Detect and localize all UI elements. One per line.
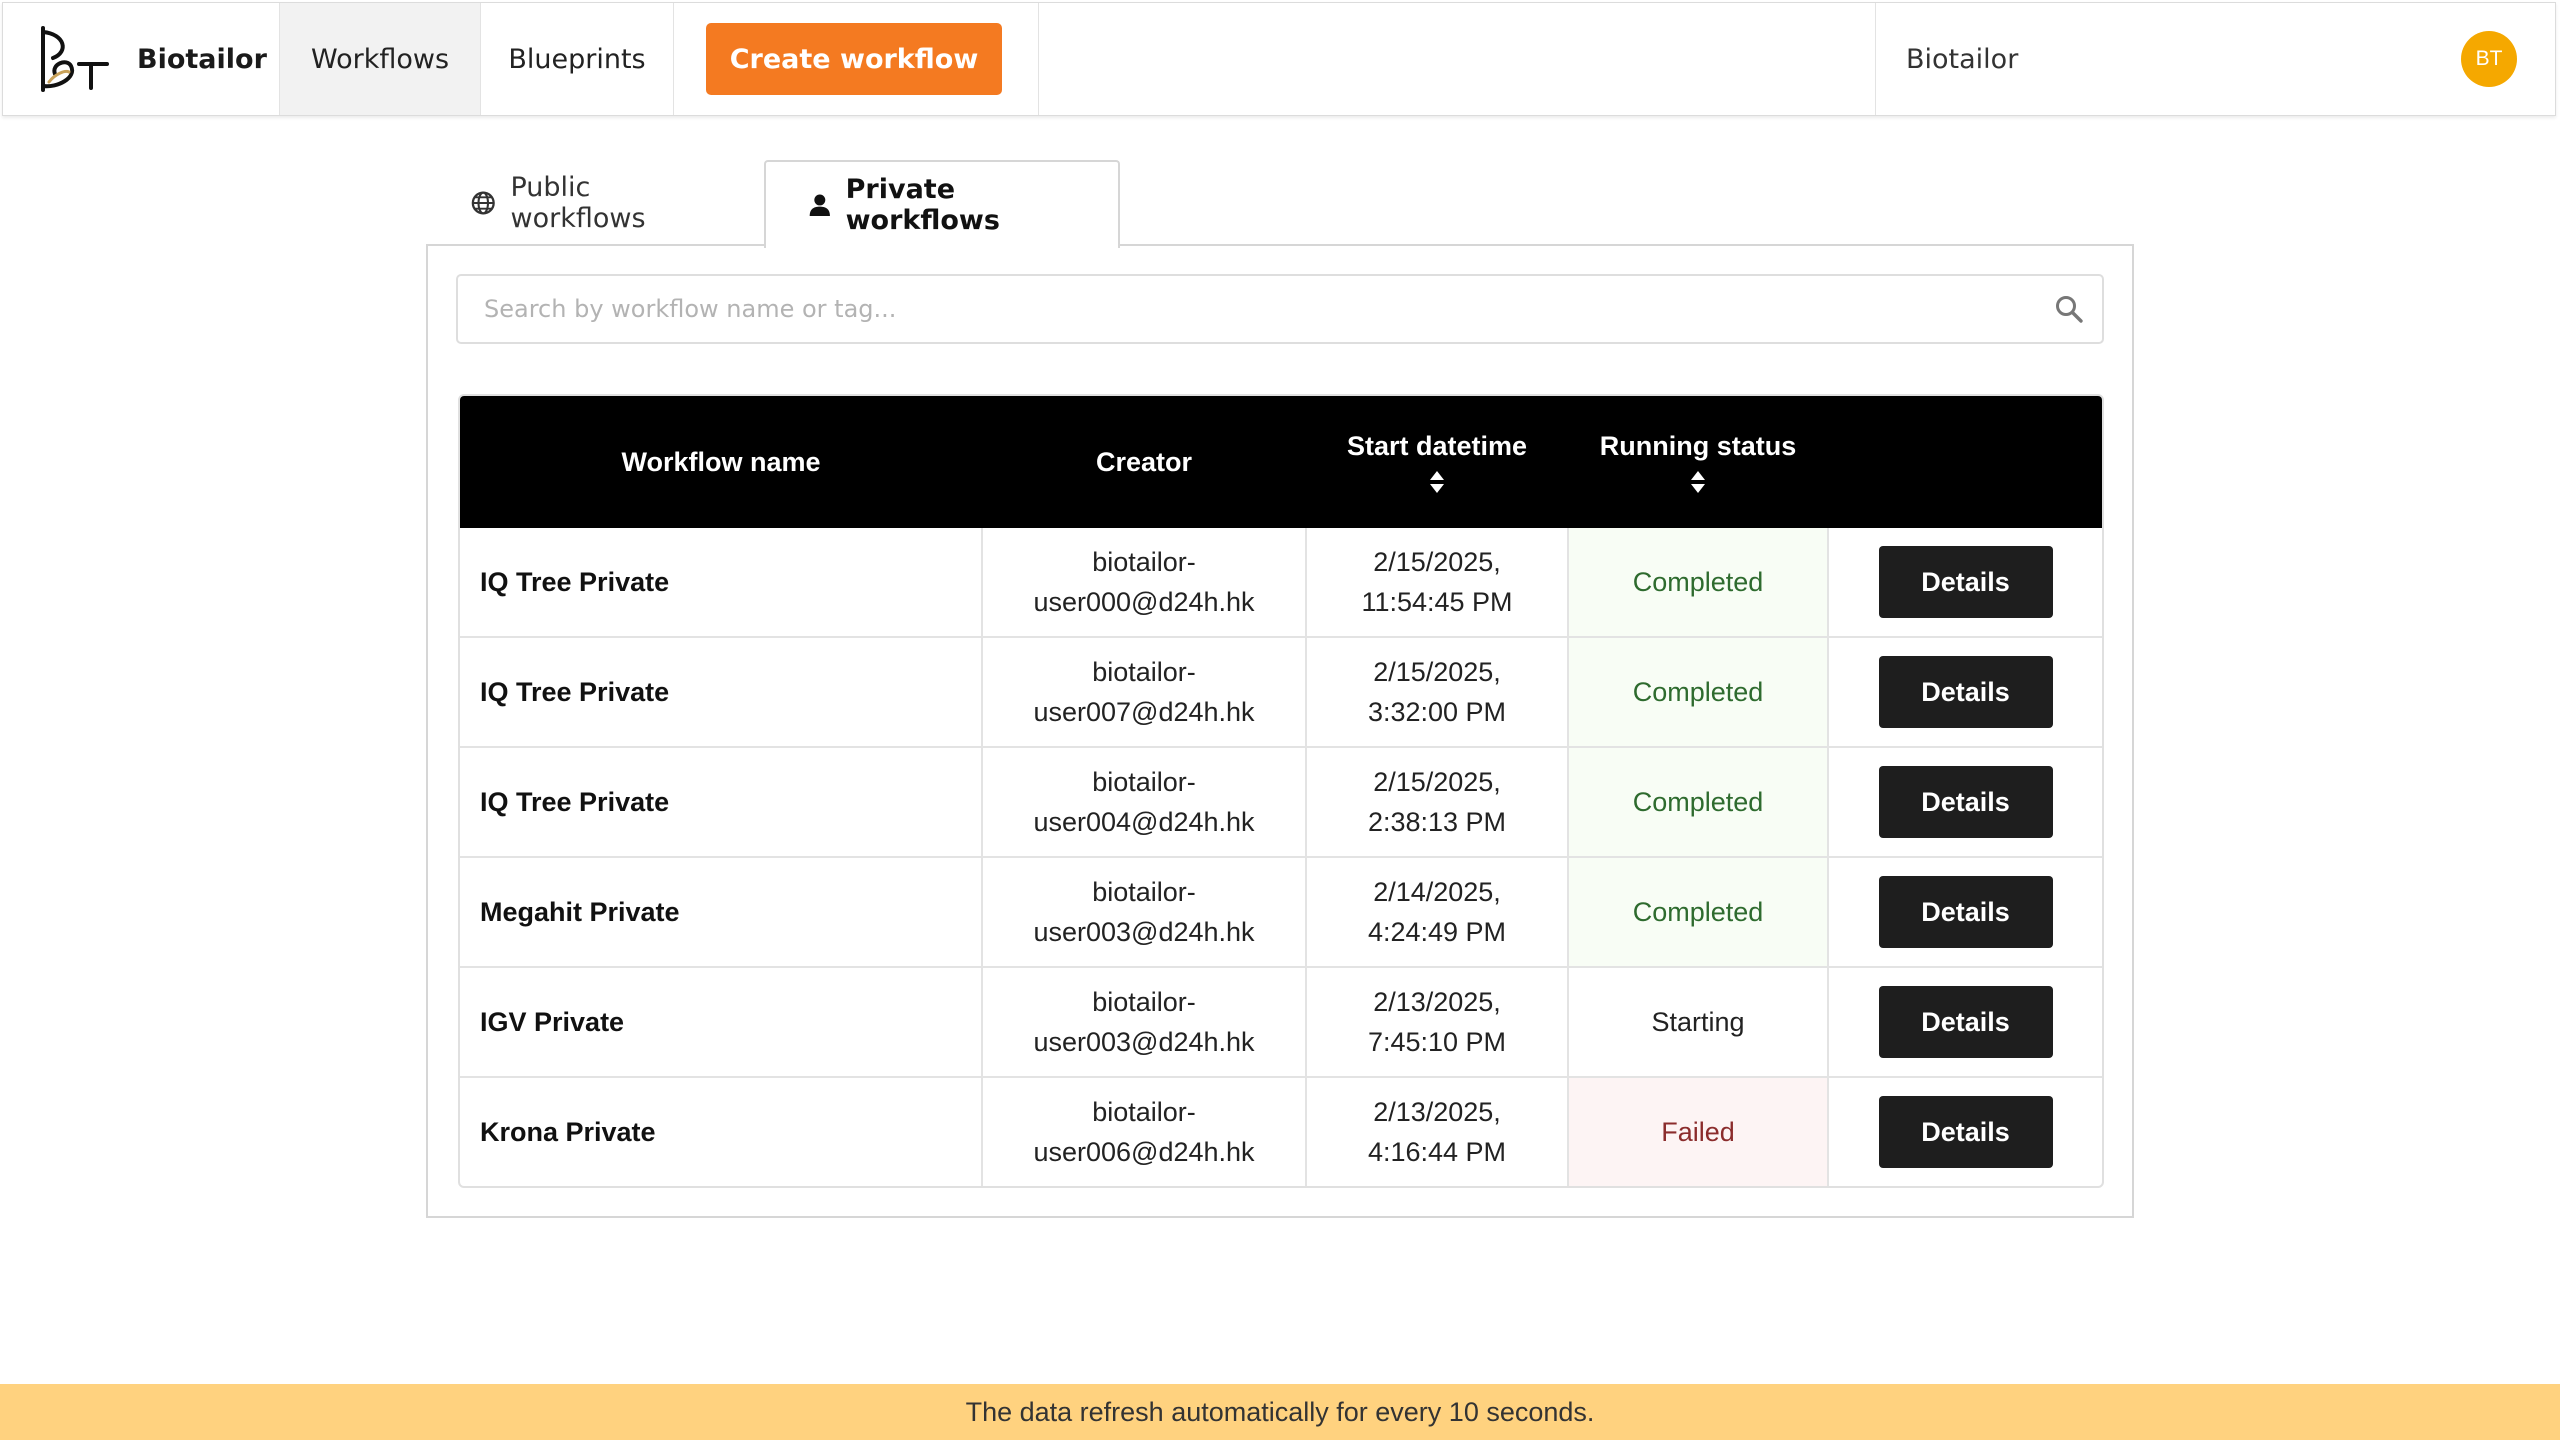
workflow-name: IQ Tree Private — [480, 567, 670, 597]
tab-private-workflows[interactable]: Private workflows — [764, 160, 1120, 248]
table-row: IQ Tree Private biotailor-user007@d24h.h… — [460, 636, 2102, 747]
table-row: Megahit Private biotailor-user003@d24h.h… — [460, 856, 2102, 967]
creator: biotailor-user004@d24h.hk — [981, 746, 1306, 857]
sort-icon[interactable] — [1429, 470, 1445, 494]
details-button[interactable]: Details — [1878, 766, 2053, 838]
creator: biotailor-user003@d24h.hk — [981, 856, 1306, 967]
table-header-row: Workflow name Creator Start datetime Run… — [460, 396, 2102, 528]
table-row: Krona Private biotailor-user006@d24h.hk … — [460, 1076, 2102, 1186]
details-button[interactable]: Details — [1878, 986, 2053, 1058]
running-status: Starting — [1567, 966, 1828, 1077]
header-running-status[interactable]: Running status — [1568, 396, 1828, 528]
details-button[interactable]: Details — [1878, 546, 2053, 618]
actions-cell: Details — [1827, 746, 2102, 857]
brand-name: Biotailor — [137, 43, 267, 75]
start-datetime: 2/14/2025, 4:24:49 PM — [1305, 856, 1568, 967]
table-row: IQ Tree Private biotailor-user000@d24h.h… — [460, 528, 2102, 637]
search-icon[interactable] — [2054, 294, 2084, 324]
running-status: Failed — [1567, 1076, 1828, 1186]
details-button[interactable]: Details — [1878, 656, 2053, 728]
actions-cell: Details — [1827, 636, 2102, 747]
nav-blueprints[interactable]: Blueprints — [480, 3, 673, 115]
start-datetime: 2/15/2025, 3:32:00 PM — [1305, 636, 1568, 747]
actions-cell: Details — [1827, 528, 2102, 637]
workflow-tabs: Public workflows Private workflows — [426, 160, 1120, 248]
actions-cell: Details — [1827, 856, 2102, 967]
details-button[interactable]: Details — [1878, 876, 2053, 948]
header-creator: Creator — [982, 396, 1306, 528]
workflow-name: Krona Private — [460, 1076, 982, 1186]
start-datetime: 2/13/2025, 4:16:44 PM — [1305, 1076, 1568, 1186]
brand[interactable]: Biotailor — [3, 3, 279, 115]
sort-icon[interactable] — [1690, 470, 1706, 494]
creator: biotailor-user000@d24h.hk — [981, 528, 1306, 637]
search-box — [456, 274, 2104, 344]
globe-icon — [471, 191, 495, 215]
biotailor-logo-icon — [41, 26, 109, 92]
workflow-name: IGV Private — [460, 966, 982, 1077]
actions-cell: Details — [1827, 966, 2102, 1077]
user-name: Biotailor — [1906, 43, 2019, 75]
workflow-name: IQ Tree Private — [460, 746, 982, 857]
tab-private-label: Private workflows — [845, 174, 1000, 236]
table-row: IQ Tree Private biotailor-user004@d24h.h… — [460, 746, 2102, 857]
actions-cell: Details — [1827, 1076, 2102, 1186]
header-actions — [1828, 396, 2102, 528]
start-datetime: 2/15/2025, 2:38:13 PM — [1305, 746, 1568, 857]
search-input[interactable] — [458, 276, 2028, 342]
create-workflow-container: Create workflow — [673, 3, 1039, 115]
creator: biotailor-user007@d24h.hk — [981, 636, 1306, 747]
refresh-notice-banner: The data refresh automatically for every… — [0, 1384, 2560, 1440]
table-row: IGV Private biotailor-user003@d24h.hk 2/… — [460, 966, 2102, 1077]
start-datetime: 2/15/2025, 11:54:45 PM — [1305, 528, 1568, 637]
creator: biotailor-user003@d24h.hk — [981, 966, 1306, 1077]
creator: biotailor-user006@d24h.hk — [981, 1076, 1306, 1186]
running-status: Completed — [1567, 746, 1828, 857]
avatar[interactable]: BT — [2461, 31, 2517, 87]
workflows-table: Workflow name Creator Start datetime Run… — [458, 394, 2104, 1188]
user-menu[interactable]: Biotailor BT — [1875, 3, 2555, 115]
create-workflow-button[interactable]: Create workflow — [706, 23, 1002, 95]
user-icon — [809, 194, 830, 216]
details-button[interactable]: Details — [1878, 1096, 2053, 1168]
nav-workflows[interactable]: Workflows — [279, 3, 480, 115]
workflow-name: Megahit Private — [460, 856, 982, 967]
header-start-datetime[interactable]: Start datetime — [1306, 396, 1568, 528]
workflows-panel: Workflow name Creator Start datetime Run… — [426, 244, 2134, 1218]
running-status: Completed — [1567, 856, 1828, 967]
workflow-name: IQ Tree Private — [460, 636, 982, 747]
start-datetime: 2/13/2025, 7:45:10 PM — [1305, 966, 1568, 1077]
refresh-notice-text: The data refresh automatically for every… — [965, 1396, 1595, 1427]
running-status: Completed — [1567, 636, 1828, 747]
tab-public-workflows[interactable]: Public workflows — [426, 160, 764, 246]
tab-public-label: Public workflows — [510, 172, 646, 234]
header-workflow-name: Workflow name — [460, 396, 982, 528]
top-navbar: Biotailor Workflows Blueprints Create wo… — [2, 2, 2556, 116]
running-status: Completed — [1567, 528, 1828, 637]
